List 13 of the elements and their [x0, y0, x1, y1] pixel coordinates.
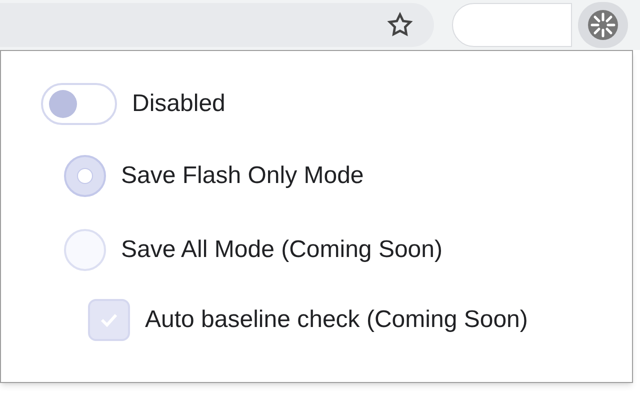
toggle-switch[interactable] — [41, 83, 117, 125]
extension-button[interactable] — [578, 2, 628, 48]
radio-button[interactable] — [64, 229, 106, 271]
radio-button[interactable] — [64, 155, 106, 197]
search-field[interactable] — [452, 3, 572, 47]
checkbox-label: Auto baseline check (Coming Soon) — [145, 305, 528, 335]
radio-label: Save Flash Only Mode — [121, 161, 364, 191]
checkmark-icon — [99, 312, 119, 328]
toggle-label: Disabled — [132, 89, 226, 119]
checkbox[interactable] — [88, 299, 130, 341]
burst-icon — [587, 9, 619, 41]
star-icon[interactable] — [386, 11, 414, 39]
radio-label: Save All Mode (Coming Soon) — [121, 235, 442, 265]
